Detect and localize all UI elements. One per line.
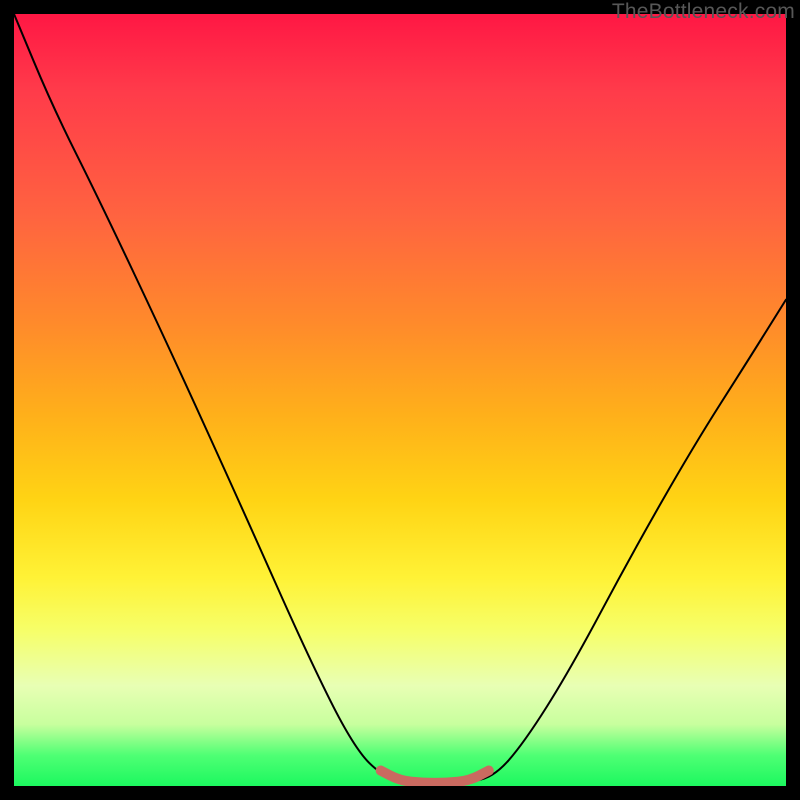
watermark-text: TheBottleneck.com xyxy=(612,0,795,24)
bottleneck-curve xyxy=(14,14,786,782)
chart-container: TheBottleneck.com xyxy=(0,0,800,800)
curve-svg xyxy=(14,14,786,786)
valley-highlight xyxy=(381,771,489,783)
plot-area xyxy=(14,14,786,786)
